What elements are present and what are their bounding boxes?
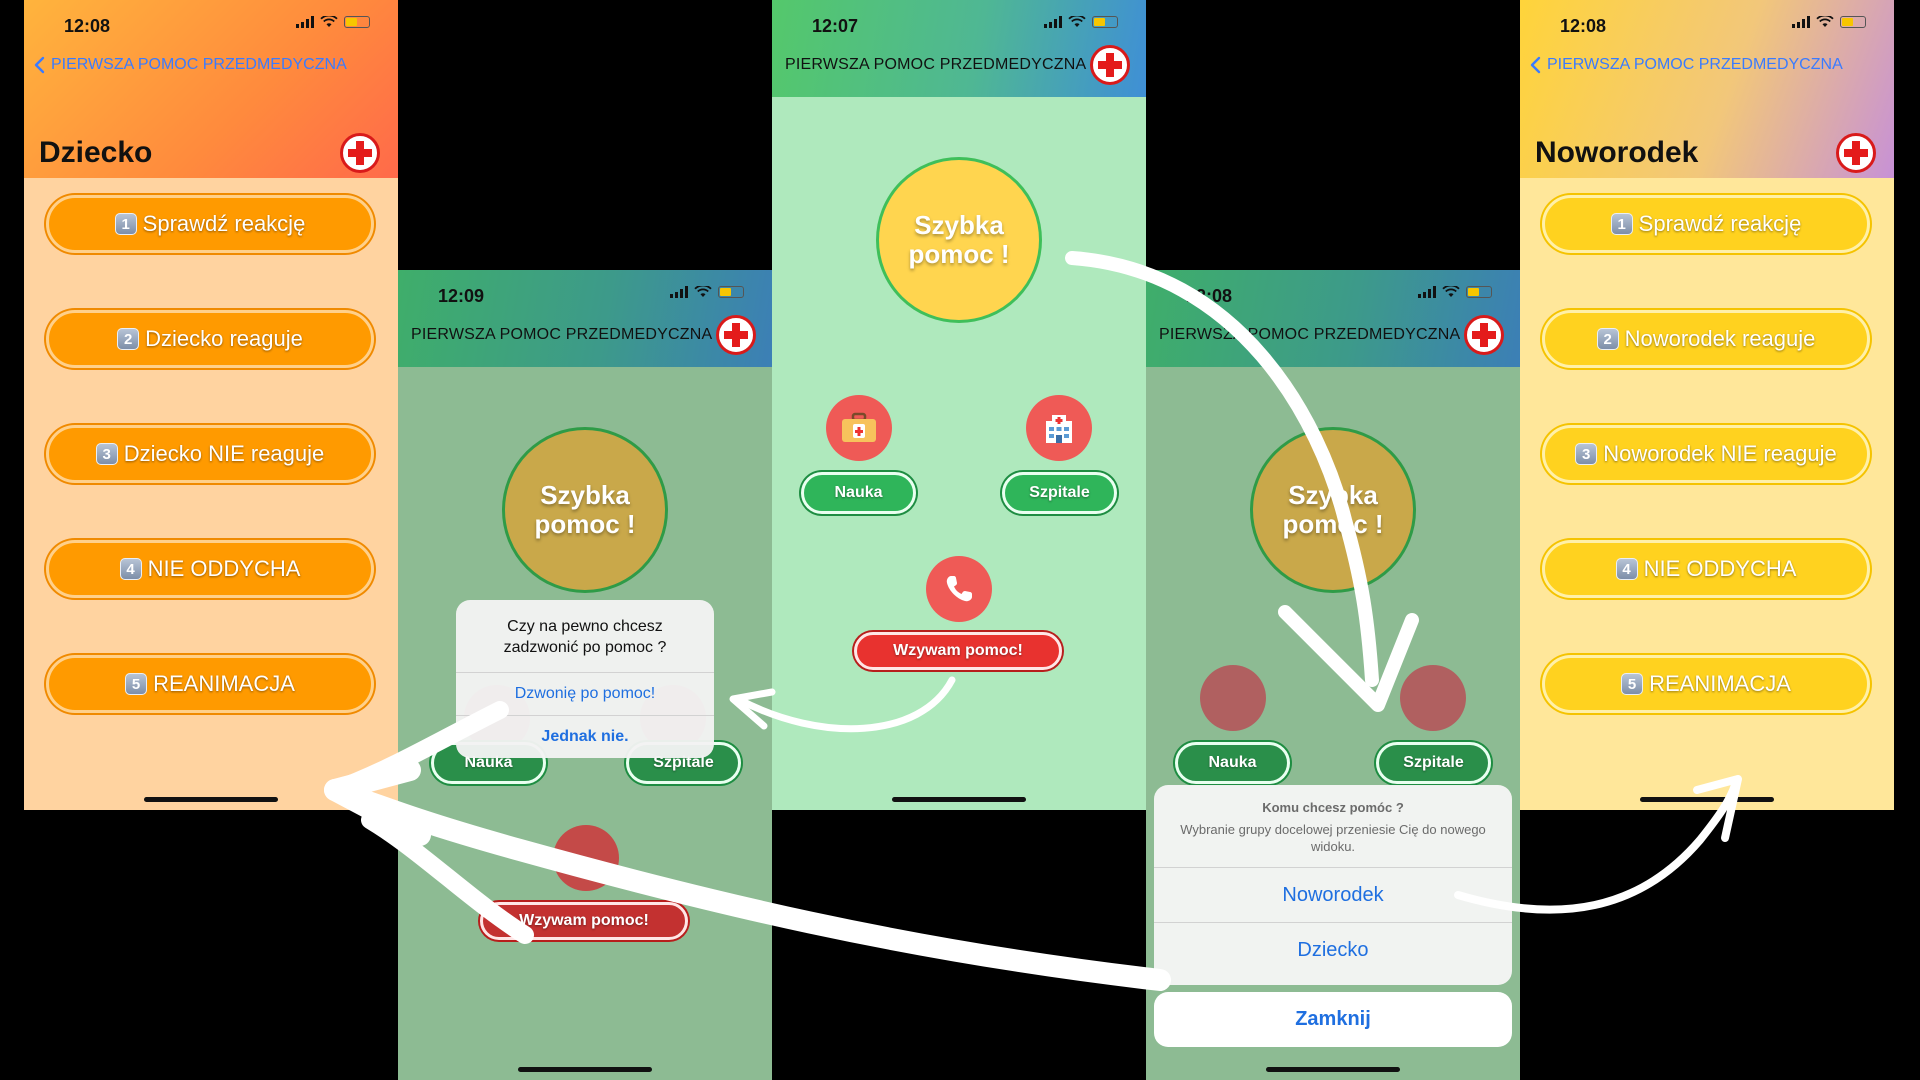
arrow-select-to-noworodek (1454, 781, 1739, 914)
flow-arrows (324, 251, 1742, 991)
arrow-main-to-select-head (1278, 605, 1419, 712)
arrow-call-to-alert (736, 676, 956, 733)
arrow-main-to-select (1065, 251, 1379, 687)
